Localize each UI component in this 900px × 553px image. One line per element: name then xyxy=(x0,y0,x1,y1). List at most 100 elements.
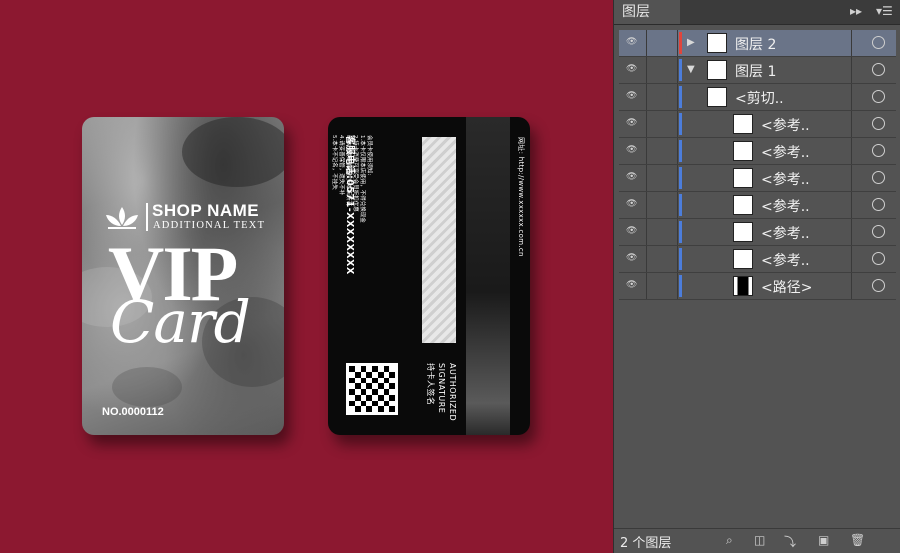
target-circle-icon[interactable] xyxy=(872,252,885,265)
make-clipping-mask-icon[interactable]: ◫ xyxy=(754,533,765,547)
vip-card-front[interactable]: SHOP NAME ADDITIONAL TEXT VIP Card NO.00… xyxy=(82,117,284,435)
visibility-eye-icon[interactable]: 👁 xyxy=(626,118,640,128)
visibility-eye-icon[interactable]: 👁 xyxy=(626,64,640,74)
cell-divider xyxy=(677,138,678,164)
visibility-eye-icon[interactable]: 👁 xyxy=(626,37,640,47)
layer-color-bar xyxy=(679,221,682,243)
cell-divider xyxy=(851,84,852,110)
target-circle-icon[interactable] xyxy=(872,171,885,184)
locate-object-icon[interactable]: ⌕ xyxy=(726,533,733,548)
cell-divider xyxy=(851,138,852,164)
target-circle-icon[interactable] xyxy=(872,90,885,103)
layer-color-bar xyxy=(679,140,682,162)
layer-thumbnail xyxy=(707,87,727,107)
expand-down-icon[interactable]: ▼ xyxy=(687,64,695,75)
layer-name[interactable]: 图层 2 xyxy=(735,34,776,54)
tab-layers[interactable]: 图层 xyxy=(614,0,680,24)
target-circle-icon[interactable] xyxy=(872,279,885,292)
cell-divider xyxy=(677,84,678,110)
new-layer-icon[interactable]: ▣ xyxy=(818,533,829,547)
panel-footer: 2 个图层 ⌕ ◫ ⤵ ▣ 🗑 xyxy=(614,528,900,553)
layer-name[interactable]: <参考.. xyxy=(761,250,810,270)
visibility-eye-icon[interactable]: 👁 xyxy=(626,145,640,155)
layer-thumbnail xyxy=(707,60,727,80)
cell-divider xyxy=(677,219,678,245)
layer-name[interactable]: <参考.. xyxy=(761,142,810,162)
target-circle-icon[interactable] xyxy=(872,198,885,211)
layer-name[interactable]: <参考.. xyxy=(761,223,810,243)
magnetic-stripe xyxy=(466,117,510,435)
layer-color-bar xyxy=(679,32,682,54)
layer-color-bar xyxy=(679,194,682,216)
layer-thumbnail xyxy=(733,276,753,296)
layer-row[interactable]: 👁 <参考.. xyxy=(619,192,896,219)
vip-card-back[interactable]: 网址: http://www.xxxxxx.com.cn 客服电话:0571-X… xyxy=(328,117,530,435)
rule-line: 4.请妥善保管，遗失不补 xyxy=(338,135,344,196)
target-circle-icon[interactable] xyxy=(872,36,885,49)
double-chevron-right-icon[interactable]: ▸▸ xyxy=(850,4,862,18)
delete-icon[interactable]: 🗑 xyxy=(850,533,865,547)
rule-line: 会员卡使用须知: xyxy=(366,135,372,176)
panel-tab-bar: 图层 ▸▸ ▾☰ xyxy=(614,0,900,25)
target-circle-icon[interactable] xyxy=(872,225,885,238)
layer-color-bar xyxy=(679,275,682,297)
layer-color-bar xyxy=(679,113,682,135)
cell-divider xyxy=(851,30,852,56)
target-circle-icon[interactable] xyxy=(872,117,885,130)
cell-divider xyxy=(646,84,647,110)
layer-row[interactable]: 👁 <参考.. xyxy=(619,111,896,138)
visibility-eye-icon[interactable]: 👁 xyxy=(626,172,640,182)
layer-thumbnail xyxy=(733,141,753,161)
layer-row[interactable]: 👁 <参考.. xyxy=(619,219,896,246)
panel-menu-icon[interactable]: ▾☰ xyxy=(876,4,893,18)
layer-thumbnail xyxy=(733,114,753,134)
layer-color-bar xyxy=(679,86,682,108)
logo-divider xyxy=(146,203,148,231)
card-rules: 会员卡使用须知: 1.本卡仅限本店使用，不得兑换现金 2.持卡消费可享受会员折扣… xyxy=(330,135,372,223)
layer-row[interactable]: 👁 ▼ 图层 1 xyxy=(619,57,896,84)
layer-name[interactable]: <参考.. xyxy=(761,115,810,135)
layer-row[interactable]: 👁 <参考.. xyxy=(619,138,896,165)
cell-divider xyxy=(646,57,647,83)
layer-name[interactable]: <剪切.. xyxy=(735,88,784,108)
visibility-eye-icon[interactable]: 👁 xyxy=(626,199,640,209)
shop-name-text: SHOP NAME xyxy=(152,201,260,220)
visibility-eye-icon[interactable]: 👁 xyxy=(626,226,640,236)
layer-name[interactable]: <路径> xyxy=(761,277,812,297)
layer-row[interactable]: 👁 ▶ 图层 2 xyxy=(619,30,896,57)
layer-name[interactable]: <参考.. xyxy=(761,169,810,189)
cell-divider xyxy=(677,57,678,83)
target-circle-icon[interactable] xyxy=(872,144,885,157)
qr-code-icon xyxy=(346,363,398,415)
layer-row[interactable]: 👁 <参考.. xyxy=(619,165,896,192)
cell-divider xyxy=(677,273,678,299)
layer-row[interactable]: 👁 <路径> xyxy=(619,273,896,300)
layer-color-bar xyxy=(679,59,682,81)
layer-row[interactable]: 👁▶<剪切.. xyxy=(619,84,896,111)
layer-name[interactable]: <参考.. xyxy=(761,196,810,216)
cell-divider xyxy=(646,111,647,137)
target-circle-icon[interactable] xyxy=(872,63,885,76)
cell-divider xyxy=(851,165,852,191)
cell-divider xyxy=(851,246,852,272)
shop-logo-icon xyxy=(106,207,138,229)
card-number: NO.0000112 xyxy=(102,406,164,418)
layer-name[interactable]: 图层 1 xyxy=(735,61,776,81)
visibility-eye-icon[interactable]: 👁 xyxy=(626,91,640,101)
signature-label-en-1: AUTHORIZED xyxy=(448,363,457,422)
expand-right-icon[interactable]: ▶ xyxy=(687,37,695,48)
layer-list: 👁▶图层 2👁▼图层 1👁▶<剪切..👁<参考..👁<参考..👁<参考..👁<参… xyxy=(619,30,896,300)
cell-divider xyxy=(851,57,852,83)
layer-thumbnail xyxy=(733,249,753,269)
layer-row[interactable]: 👁 <参考.. xyxy=(619,246,896,273)
visibility-eye-icon[interactable]: 👁 xyxy=(626,253,640,263)
marble-vein xyxy=(112,367,182,407)
layers-panel: 图层 ▸▸ ▾☰ 👁▶图层 2👁▼图层 1👁▶<剪切..👁<参考..👁<参考..… xyxy=(613,0,900,553)
rule-line: 1.本卡仅限本店使用，不得兑换现金 xyxy=(359,135,365,223)
new-sublayer-icon[interactable]: ⤵ xyxy=(784,533,796,550)
cell-divider xyxy=(646,138,647,164)
signature-label-cn: 持卡人签名 xyxy=(426,363,435,406)
visibility-eye-icon[interactable]: 👁 xyxy=(626,280,640,290)
rule-line: 5.本卡不记名，不挂失 xyxy=(331,135,337,190)
card-script-title: Card xyxy=(110,288,251,356)
